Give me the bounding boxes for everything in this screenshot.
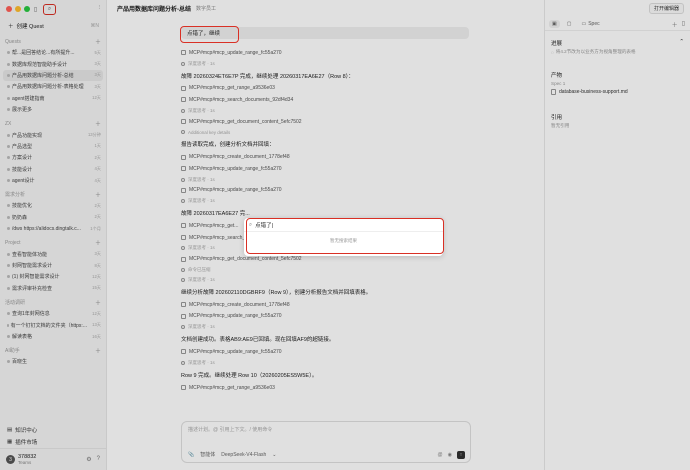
highlight-search-popup — [246, 218, 444, 254]
highlight-user-message — [180, 26, 239, 43]
app-window: ▯ ⌕ ⫶ ＋ 创建 Quest ⌘N Quests ＋帮...是回答结论...有… — [0, 0, 690, 470]
